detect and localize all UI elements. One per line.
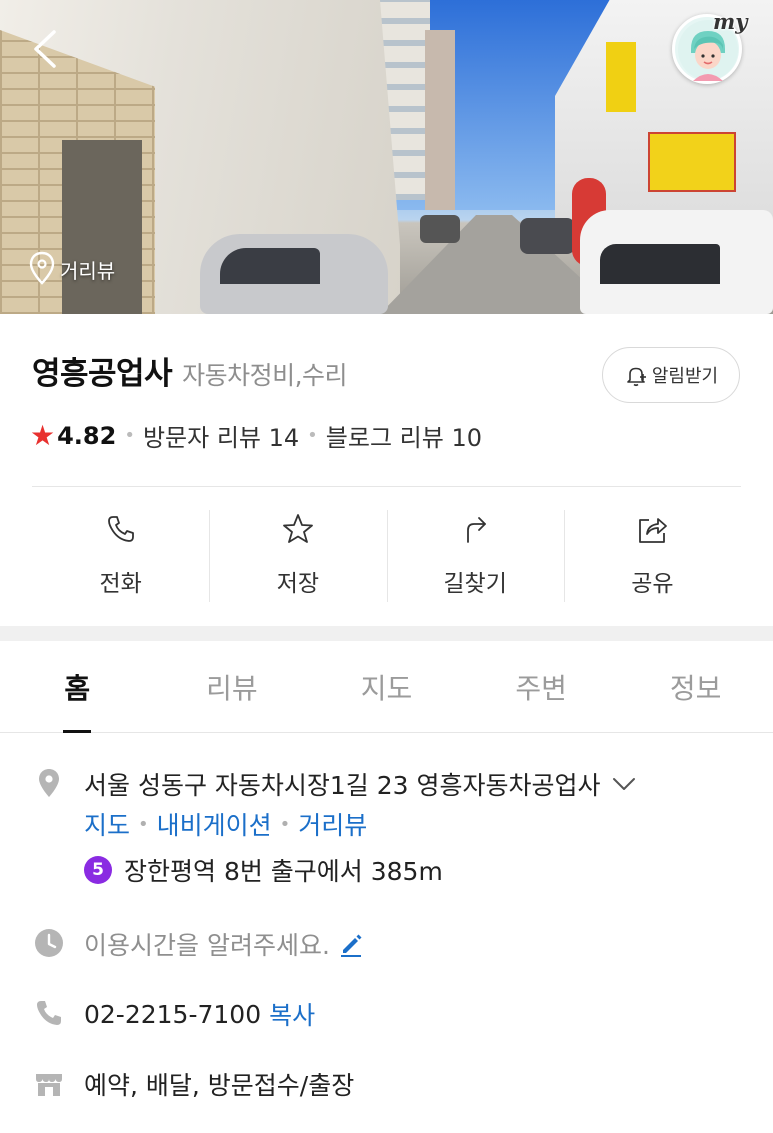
location-pin-icon	[39, 769, 59, 797]
map-pin-icon	[29, 251, 55, 285]
divider	[32, 486, 741, 487]
services-text: 예약, 배달, 방문접수/출장	[84, 1071, 355, 1100]
rating-score: 4.82	[57, 421, 117, 450]
hours-prompt[interactable]: 이용시간을 알려주세요.	[84, 926, 364, 962]
save-button-label: 저장	[276, 571, 320, 597]
notification-button-label: 알림받기	[651, 366, 719, 387]
place-category: 자동차정비,수리	[182, 361, 348, 390]
call-button-label: 전화	[99, 571, 142, 597]
separator-dot: •	[279, 813, 291, 835]
phone-icon	[107, 516, 134, 542]
silver-car	[200, 234, 388, 314]
copy-button[interactable]: 복사	[269, 996, 315, 1032]
notification-button[interactable]: 알림받기	[602, 347, 740, 403]
share-button-label: 공유	[631, 571, 674, 597]
store-icon	[36, 1074, 62, 1096]
phone-row: 02-2215-7100 복사	[32, 996, 315, 1032]
far-car	[420, 215, 460, 243]
chevron-left-icon	[34, 30, 56, 68]
share-button[interactable]: 공유	[563, 506, 741, 606]
hours-prompt-text: 이용시간을 알려주세요.	[84, 931, 330, 960]
yellow-shop-sign	[648, 132, 736, 192]
visitor-reviews-link[interactable]: 방문자 리뷰 14	[143, 418, 299, 453]
directions-button[interactable]: 길찾기	[386, 506, 564, 606]
tab-info[interactable]: 정보	[618, 641, 773, 732]
phone-icon	[37, 1001, 61, 1025]
chevron-down-icon	[612, 778, 635, 790]
call-button[interactable]: 전화	[32, 506, 209, 606]
section-divider	[0, 626, 773, 641]
vertical-shop-sign	[606, 42, 636, 112]
subway-line-badge: 5	[84, 856, 112, 884]
address-text: 서울 성동구 자동차시장1길 23 영흥자동차공업사	[84, 771, 601, 800]
streetview-photo[interactable]: my 거리뷰	[0, 0, 773, 314]
bell-plus-icon	[627, 367, 646, 387]
hours-row: 이용시간을 알려주세요.	[32, 926, 364, 962]
phone-number[interactable]: 02-2215-7100	[84, 1000, 261, 1029]
separator-dot: •	[307, 425, 318, 446]
subway-info: 5 장한평역 8번 출구에서 385m	[84, 852, 443, 888]
directions-icon	[467, 517, 487, 543]
share-icon	[639, 518, 668, 543]
separator-dot: •	[124, 425, 135, 446]
star-rating-icon: ★	[30, 419, 56, 452]
tab-reviews[interactable]: 리뷰	[155, 641, 310, 732]
my-label: my	[713, 9, 748, 34]
streetview-tag[interactable]: 거리뷰	[28, 250, 115, 288]
save-button[interactable]: 저장	[209, 506, 386, 606]
address-line[interactable]: 서울 성동구 자동차시장1길 23 영흥자동차공업사	[84, 766, 637, 802]
place-name: 영흥공업사	[32, 356, 173, 392]
blog-reviews-link[interactable]: 블로그 리뷰 10	[326, 418, 482, 453]
services-row: 예약, 배달, 방문접수/출장	[32, 1066, 354, 1102]
subway-text: 장한평역 8번 출구에서 385m	[124, 857, 443, 886]
separator-dot: •	[138, 813, 149, 835]
streetview-link[interactable]: 거리뷰	[298, 806, 367, 842]
star-icon	[282, 514, 313, 543]
tab-home[interactable]: 홈	[0, 641, 155, 733]
tab-nearby[interactable]: 주변	[464, 641, 619, 732]
back-button[interactable]	[26, 26, 66, 72]
clock-icon	[35, 929, 63, 957]
my-profile-button[interactable]: my	[672, 9, 747, 84]
title-row: 영흥공업사 자동차정비,수리	[32, 348, 348, 393]
action-bar: 전화 저장 길찾기 공유	[32, 506, 741, 606]
white-truck	[580, 210, 773, 314]
navigation-link[interactable]: 내비게이션	[157, 806, 272, 842]
distant-building	[425, 30, 455, 210]
address-links: 지도 • 내비게이션 • 거리뷰	[84, 806, 367, 842]
streetview-tag-label: 거리뷰	[60, 258, 116, 283]
address-row: 서울 성동구 자동차시장1길 23 영흥자동차공업사	[32, 766, 637, 802]
rating-row: ★ 4.82 • 방문자 리뷰 14 • 블로그 리뷰 10	[30, 418, 482, 453]
far-car	[520, 218, 575, 254]
pencil-icon	[340, 934, 362, 957]
directions-button-label: 길찾기	[443, 571, 507, 597]
phone-line: 02-2215-7100 복사	[84, 996, 315, 1032]
tab-bar: 홈 리뷰 지도 주변 정보	[0, 641, 773, 733]
tab-map[interactable]: 지도	[309, 641, 464, 732]
map-link[interactable]: 지도	[84, 806, 130, 842]
